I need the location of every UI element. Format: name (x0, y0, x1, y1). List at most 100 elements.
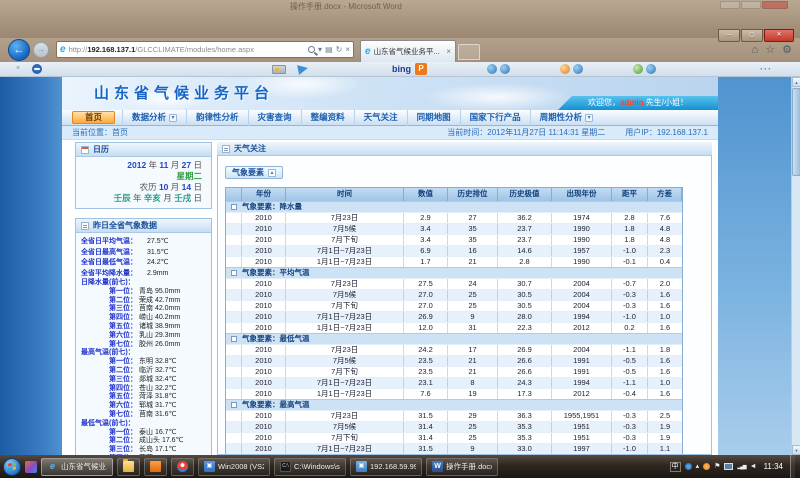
table-row[interactable]: 20101月1日~7月23日1.7212.81990-0.10.4 (226, 256, 682, 267)
network-icon[interactable]: ▂▄▆ (737, 464, 745, 470)
table-row[interactable]: 20107月23日31.52936.31955,1951-0.32.5 (226, 410, 682, 421)
table-row[interactable]: 20107月下旬23.52126.61991-0.51.6 (226, 366, 682, 377)
compatibility-view-icon[interactable]: ▤ (325, 42, 333, 57)
back-button[interactable]: ← (8, 39, 30, 61)
forward-button[interactable]: → (33, 42, 49, 58)
messenger-icon[interactable] (487, 64, 510, 74)
addon-circle-icon[interactable] (32, 64, 42, 74)
card-reader-icon[interactable] (272, 65, 286, 74)
hidden-icons-arrow-icon[interactable]: ▴ (696, 462, 700, 472)
nav-item-5[interactable]: 天气关注 (354, 110, 407, 126)
nav-item-1[interactable]: 数据分析▾ (122, 110, 186, 126)
row-cell (226, 367, 242, 377)
search-icon[interactable] (308, 46, 315, 53)
update-icon[interactable] (685, 463, 692, 470)
table-row[interactable]: 20107月下旬3.43523.719901.84.8 (226, 234, 682, 245)
group-checkbox[interactable] (231, 204, 237, 210)
taskbar-button-5[interactable]: C:\C:\Windows\s... (274, 458, 346, 476)
security-icon[interactable] (703, 463, 710, 470)
table-row[interactable]: 20107月1日~7月23日23.1824.31994-1.11.0 (226, 377, 682, 388)
volume-icon[interactable]: ◄ (750, 462, 757, 472)
table-row[interactable]: 20107月5候27.02530.52004-0.31.6 (226, 289, 682, 300)
table-row[interactable]: 20107月下旬31.42535.31951-0.31.9 (226, 432, 682, 443)
table-row[interactable]: 20107月23日24.21726.92004-1.11.8 (226, 344, 682, 355)
taskbar-button-1[interactable] (117, 458, 140, 476)
share-icon[interactable] (560, 64, 583, 74)
group-row-0[interactable]: 气象要素：降水量 (226, 201, 682, 212)
home-icon[interactable]: ⌂ (752, 42, 759, 58)
nav-item-6[interactable]: 同期地图 (407, 110, 460, 126)
nav-item-2[interactable]: 韵律性分析 (186, 110, 248, 126)
browser-tab[interactable]: e 山东省气候业务平... × (360, 40, 456, 62)
table-row[interactable]: 20107月1日~7月23日26.9928.01994-1.01.0 (226, 311, 682, 322)
rank-label: 第二位： (109, 437, 139, 446)
row-cell: 2012 (552, 323, 612, 333)
minimize-button[interactable]: — (718, 29, 740, 42)
toolbar-close-icon[interactable]: × (16, 65, 20, 72)
table-row[interactable]: 20101月1日~7月23日12.03122.320120.21.6 (226, 322, 682, 333)
nav-item-8[interactable]: 周期性分析▾ (530, 110, 603, 126)
table-row[interactable]: 20107月5候23.52126.61991-0.51.6 (226, 355, 682, 366)
start-button[interactable] (3, 458, 21, 476)
table-row[interactable]: 20107月下旬27.02530.52004-0.31.6 (226, 300, 682, 311)
row-cell: 17.3 (498, 389, 552, 399)
taskbar-button-6[interactable]: ▣192.168.59.99... (350, 458, 422, 476)
element-filter-button[interactable]: 气象要素 ▴ (225, 166, 283, 179)
group-row-2[interactable]: 气象要素：最低气温 (226, 333, 682, 344)
ime-indicator[interactable]: 中 (670, 462, 681, 472)
stop-icon[interactable]: × (345, 42, 350, 57)
tab-close-icon[interactable]: × (446, 47, 451, 56)
browser-chrome-icons: ⌂ ☆ ⚙ (752, 42, 792, 58)
nav-item-0[interactable]: 首页 (72, 111, 115, 124)
taskbar-button-4[interactable]: ▣Win2008 (VS2... (198, 458, 270, 476)
new-tab-button[interactable] (458, 44, 480, 60)
nav-item-4[interactable]: 整编资料 (301, 110, 354, 126)
row-cell: 1月1日~7月23日 (286, 323, 404, 333)
taskbar-clock[interactable]: 11:34 (764, 462, 783, 471)
search-box[interactable]: bing P (392, 63, 427, 75)
display-icon[interactable] (724, 463, 733, 470)
table-row[interactable]: 20107月5候3.43523.719901.84.8 (226, 223, 682, 234)
action-center-flag-icon[interactable]: ⚑ (714, 462, 720, 472)
taskbar-button-2[interactable] (144, 458, 167, 476)
more-icon[interactable]: ··· (760, 64, 772, 74)
table-row[interactable]: 20107月23日2.92736.219742.87.6 (226, 212, 682, 223)
group-checkbox[interactable] (231, 336, 237, 342)
row-cell: 23.7 (498, 235, 552, 245)
calendar-text: 日 (191, 193, 202, 203)
taskbar-button-7[interactable]: W操作手册.docx -... (426, 458, 498, 476)
table-row[interactable]: 20107月5候31.42535.31951-0.31.9 (226, 421, 682, 432)
send-icon[interactable] (297, 63, 309, 75)
app-launcher-icon[interactable] (25, 461, 37, 473)
favorites-star-icon[interactable]: ☆ (765, 42, 775, 58)
plugin-icon[interactable] (633, 64, 656, 74)
page-scrollbar[interactable]: ▲ ▼ (791, 77, 800, 455)
group-checkbox[interactable] (231, 270, 237, 276)
table-row[interactable]: 20107月1日~7月23日31.5933.01997-1.01.1 (226, 443, 682, 454)
scroll-down-icon[interactable]: ▼ (792, 445, 800, 455)
taskbar-button-0[interactable]: e山东省气候业... (41, 458, 113, 476)
search-dropdown-icon[interactable]: ▾ (318, 42, 322, 57)
close-button[interactable]: ✕ (764, 29, 794, 42)
show-desktop-button[interactable] (790, 455, 795, 478)
search-go-button[interactable]: P (415, 63, 427, 75)
table-row[interactable]: 20107月1日~7月23日6.91614.61957-1.02.3 (226, 245, 682, 256)
taskbar-buttons: e山东省气候业... ▣Win2008 (VS2...C:\C:\Windows\… (41, 458, 498, 476)
checkbox-cell (226, 400, 242, 410)
group-row-3[interactable]: 气象要素：最高气温 (226, 399, 682, 410)
nav-item-3[interactable]: 灾害查询 (248, 110, 301, 126)
nav-item-7[interactable]: 国家下行产品 (460, 110, 530, 126)
table-row[interactable]: 20101月1日~7月23日7.61917.32012-0.41.6 (226, 388, 682, 399)
taskbar-button-3[interactable] (171, 458, 194, 476)
cmd-icon: C:\ (280, 461, 291, 472)
group-checkbox[interactable] (231, 402, 237, 408)
group-row-1[interactable]: 气象要素：平均气温 (226, 267, 682, 278)
table-row[interactable]: 20107月23日27.52430.72004-0.72.0 (226, 278, 682, 289)
refresh-icon[interactable]: ↻ (336, 42, 343, 57)
address-bar[interactable]: e http://192.168.137.1/GLCCLIMATE/module… (56, 41, 354, 58)
maximize-button[interactable]: ▢ (741, 29, 763, 42)
rank-label: 第一位： (109, 288, 139, 297)
scrollbar-thumb[interactable] (792, 88, 800, 176)
settings-gear-icon[interactable]: ⚙ (782, 42, 792, 58)
scroll-up-icon[interactable]: ▲ (792, 77, 800, 87)
